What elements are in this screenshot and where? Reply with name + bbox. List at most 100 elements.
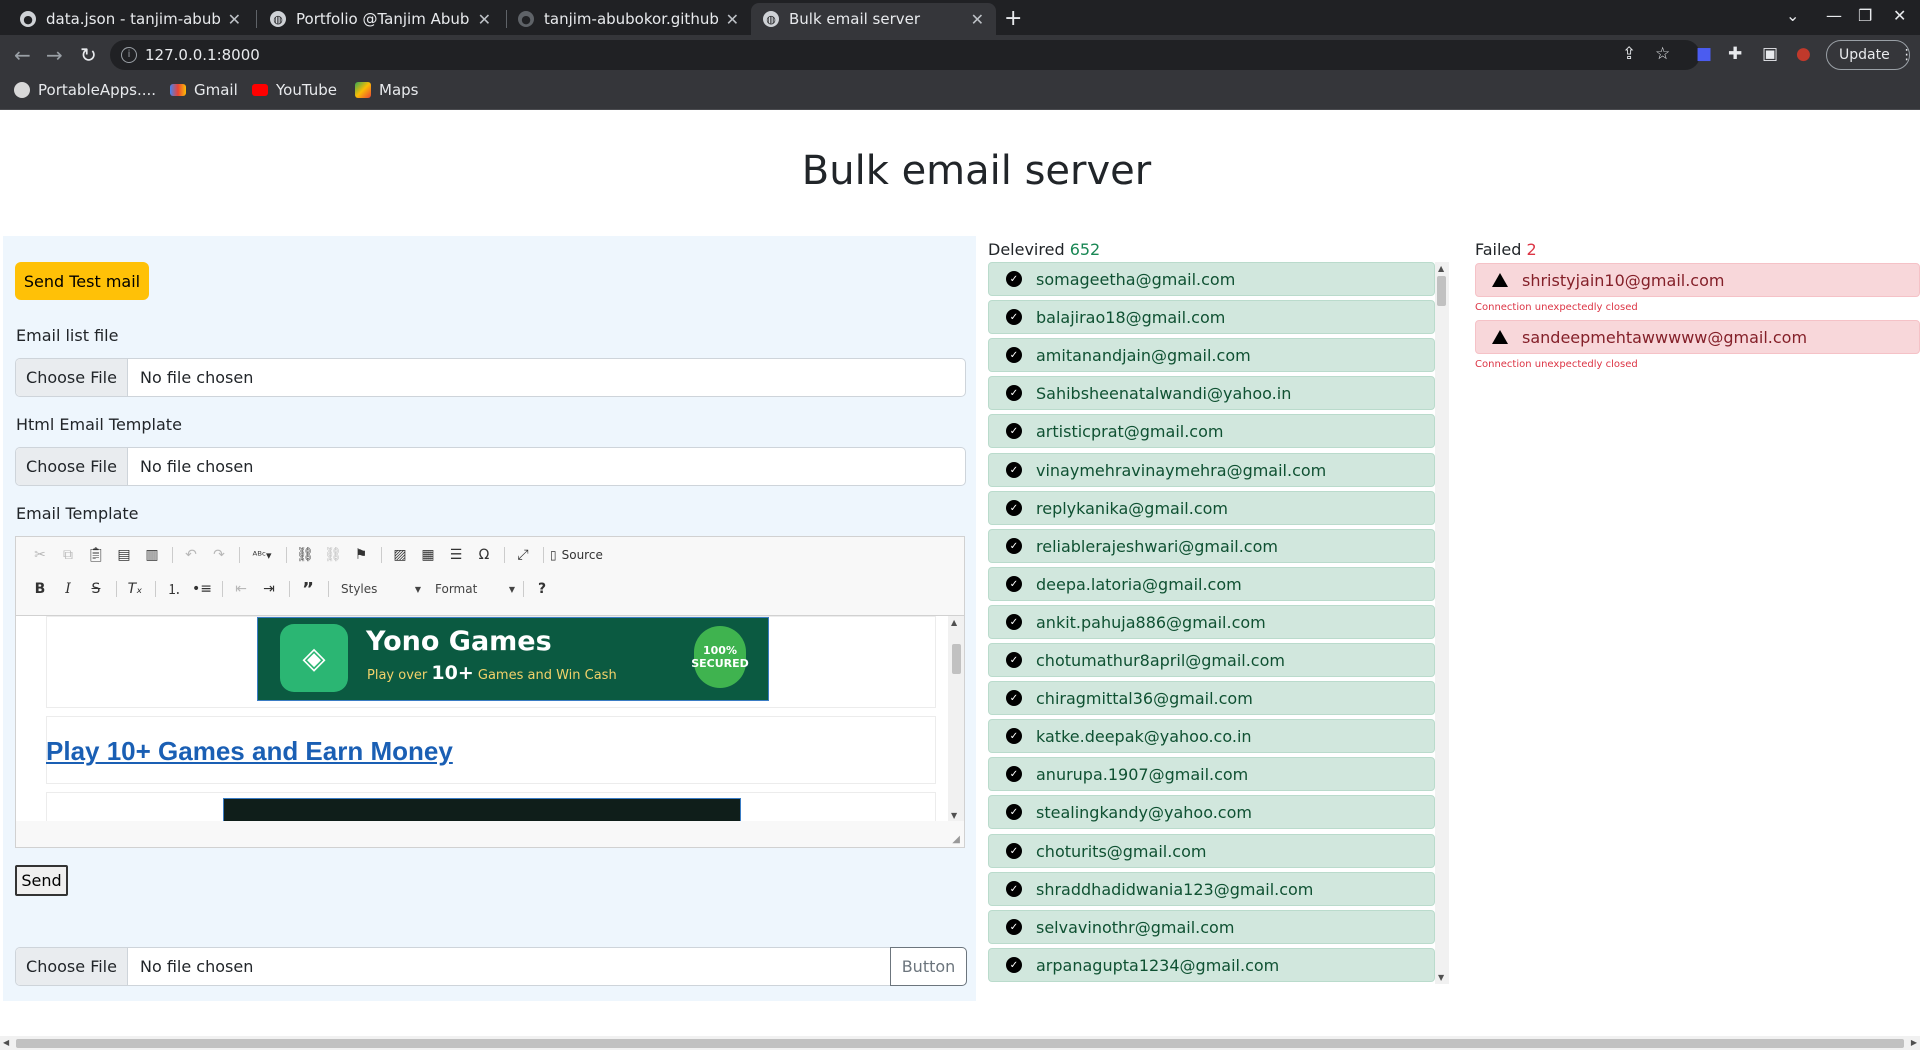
scroll-left-icon[interactable]: ◀ <box>3 1038 9 1047</box>
game-image[interactable] <box>223 798 741 821</box>
scroll-thumb[interactable] <box>1437 276 1446 306</box>
scroll-thumb[interactable] <box>16 1039 1904 1048</box>
italic-icon[interactable]: I <box>56 577 80 601</box>
profile-avatar[interactable]: ● <box>1796 44 1811 64</box>
choose-file-button[interactable]: Choose File <box>16 948 128 985</box>
bold-icon[interactable]: B <box>28 577 52 601</box>
format-dropdown[interactable]: Format ▼ <box>429 578 519 600</box>
indent-icon[interactable]: ⇥ <box>257 577 281 601</box>
anchor-flag-icon[interactable]: ⚑ <box>349 543 373 567</box>
editor-content[interactable]: ◈ Yono Games Play over 10+ Games and Win… <box>16 615 964 821</box>
bookmark-gmail[interactable]: Gmail <box>170 81 238 99</box>
side-panel-icon[interactable]: ▣ <box>1762 44 1778 64</box>
minimize-icon[interactable]: — <box>1826 6 1842 25</box>
numbered-list-icon[interactable]: ⒈ <box>162 577 186 601</box>
close-tab-icon[interactable]: ✕ <box>971 10 984 29</box>
close-tab-icon[interactable]: ✕ <box>726 10 739 29</box>
forward-icon[interactable]: → <box>46 43 63 67</box>
scroll-right-icon[interactable]: ▶ <box>1911 1038 1917 1047</box>
email-list-file-input[interactable]: Choose File No file chosen <box>15 358 966 397</box>
choose-file-button[interactable]: Choose File <box>16 448 128 485</box>
bulleted-list-icon[interactable]: •≡ <box>190 577 214 601</box>
delivered-item[interactable]: ✓ amitanandjain@gmail.com <box>988 338 1435 372</box>
maximize-icon[interactable]: ❐ <box>1858 6 1872 25</box>
choose-file-button[interactable]: Choose File <box>16 359 128 396</box>
close-tab-icon[interactable]: ✕ <box>478 10 491 29</box>
tab-portfolio[interactable]: ◍ Portfolio @Tanjim Abubokor ✕ <box>258 3 503 35</box>
unlink-icon[interactable]: ⛓ <box>321 543 345 567</box>
delivered-item[interactable]: ✓ katke.deepak@yahoo.co.in <box>988 719 1435 753</box>
bookmark-portableapps[interactable]: PortableApps.... <box>14 81 156 99</box>
yono-games-banner[interactable]: ◈ Yono Games Play over 10+ Games and Win… <box>257 617 769 701</box>
scroll-down-icon[interactable]: ▼ <box>1438 973 1444 982</box>
address-bar[interactable]: i 127.0.0.1:8000 <box>110 40 1700 70</box>
delivered-item[interactable]: ✓ chotumathur8april@gmail.com <box>988 643 1435 677</box>
delivered-item[interactable]: ✓ reliablerajeshwari@gmail.com <box>988 529 1435 563</box>
tab-bulk-email[interactable]: ◍ Bulk email server ✕ <box>751 3 996 35</box>
back-icon[interactable]: ← <box>14 43 31 67</box>
page-horizontal-scrollbar[interactable]: ◀ ▶ <box>0 1036 1920 1050</box>
delivered-item[interactable]: ✓ Sahibsheenatalwandi@yahoo.in <box>988 376 1435 410</box>
spellcheck-icon[interactable]: ᴬᴮᶜ▾ <box>246 543 278 567</box>
failed-item[interactable]: shristyjain10@gmail.com <box>1475 263 1920 297</box>
source-button[interactable]: ▯ Source <box>550 543 603 567</box>
delivered-item[interactable]: ✓ shraddhadidwania123@gmail.com <box>988 872 1435 906</box>
scroll-thumb[interactable] <box>952 644 961 674</box>
cut-icon[interactable]: ✂ <box>28 543 52 567</box>
new-tab-icon[interactable]: + <box>1004 6 1022 31</box>
delivered-item[interactable]: ✓ chiragmittal36@gmail.com <box>988 681 1435 715</box>
resize-handle-icon[interactable]: ◢ <box>952 834 960 845</box>
bookmark-star-icon[interactable]: ☆ <box>1655 44 1670 64</box>
failed-item[interactable]: sandeepmehtawwwww@gmail.com <box>1475 320 1920 354</box>
upload-button[interactable]: Button <box>890 947 967 986</box>
send-button[interactable]: Send <box>15 865 68 896</box>
delivered-item[interactable]: ✓ selvavinothr@gmail.com <box>988 910 1435 944</box>
delivered-item[interactable]: ✓ somageetha@gmail.com <box>988 262 1435 296</box>
delivered-scrollbar[interactable]: ▲ ▼ <box>1435 262 1449 984</box>
special-char-icon[interactable]: Ω <box>472 543 496 567</box>
paste-icon[interactable]: 📋︎ <box>84 543 108 567</box>
copy-icon[interactable]: ⧉ <box>56 543 80 567</box>
delivered-item[interactable]: ✓ stealingkandy@yahoo.com <box>988 795 1435 829</box>
scroll-up-icon[interactable]: ▲ <box>951 618 957 627</box>
tab-search-icon[interactable]: ⌄ <box>1786 6 1799 25</box>
close-window-icon[interactable]: ✕ <box>1893 6 1906 25</box>
help-icon[interactable]: ? <box>530 577 554 601</box>
bookmark-youtube[interactable]: YouTube <box>252 81 337 99</box>
delivered-item[interactable]: ✓ anurupa.1907@gmail.com <box>988 757 1435 791</box>
delivered-list[interactable]: ✓ somageetha@gmail.com ✓ balajirao18@gmail.… <box>988 262 1448 982</box>
tab-github-io[interactable]: ● tanjim-abubokor.github.io ✕ <box>506 3 751 35</box>
play-games-link[interactable]: Play 10+ Games and Earn Money <box>46 736 453 767</box>
attachment-file-input[interactable]: Choose File No file chosen <box>15 947 892 986</box>
delivered-item[interactable]: ✓ replykanika@gmail.com <box>988 491 1435 525</box>
extension-icon[interactable]: ■ <box>1696 44 1712 64</box>
undo-icon[interactable]: ↶ <box>179 543 203 567</box>
redo-icon[interactable]: ↷ <box>207 543 231 567</box>
paste-word-icon[interactable]: ▥ <box>140 543 164 567</box>
puzzle-icon[interactable]: ✚ <box>1728 44 1742 64</box>
blockquote-icon[interactable]: ” <box>296 577 320 601</box>
tab-data-json[interactable]: ● data.json - tanjim-abubokor ✕ <box>8 3 253 35</box>
delivered-item[interactable]: ✓ balajirao18@gmail.com <box>988 300 1435 334</box>
site-info-icon[interactable]: i <box>121 47 137 63</box>
scroll-up-icon[interactable]: ▲ <box>1438 264 1444 273</box>
table-icon[interactable]: ▦ <box>416 543 440 567</box>
delivered-item[interactable]: ✓ arpanagupta1234@gmail.com <box>988 948 1435 982</box>
rich-text-editor[interactable]: ✂ ⧉ 📋︎ ▤ ▥ ↶ ↷ ᴬᴮᶜ▾ ⛓ ⛓ ⚑ ▨ ▦ ☰ Ω ⤢ ▯ So… <box>15 536 965 848</box>
image-icon[interactable]: ▨ <box>388 543 412 567</box>
delivered-item[interactable]: ✓ ankit.pahuja886@gmail.com <box>988 605 1435 639</box>
delivered-item[interactable]: ✓ vinaymehravinaymehra@gmail.com <box>988 453 1435 487</box>
delivered-item[interactable]: ✓ artisticprat@gmail.com <box>988 414 1435 448</box>
strikethrough-icon[interactable]: S <box>84 577 108 601</box>
paste-text-icon[interactable]: ▤ <box>112 543 136 567</box>
outdent-icon[interactable]: ⇤ <box>229 577 253 601</box>
link-icon[interactable]: ⛓ <box>293 543 317 567</box>
more-menu-icon[interactable]: ⋮ <box>1900 47 1914 63</box>
bookmark-maps[interactable]: Maps <box>355 81 418 99</box>
scroll-down-icon[interactable]: ▼ <box>951 811 957 820</box>
maximize-icon[interactable]: ⤢ <box>511 543 535 567</box>
horizontal-line-icon[interactable]: ☰ <box>444 543 468 567</box>
remove-format-icon[interactable]: Tₓ <box>123 577 147 601</box>
delivered-item[interactable]: ✓ choturits@gmail.com <box>988 834 1435 868</box>
send-test-mail-button[interactable]: Send Test mail <box>15 262 149 300</box>
